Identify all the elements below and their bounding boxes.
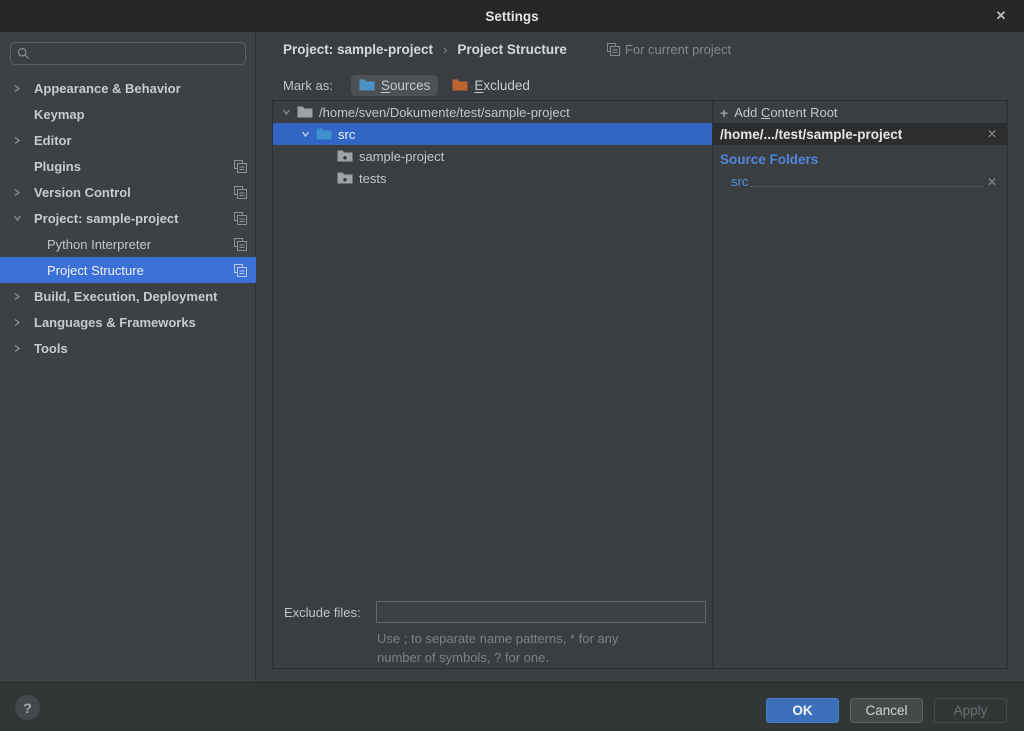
search-icon (17, 47, 30, 60)
settings-sidebar: Appearance & Behavior Keymap Editor Plug… (0, 32, 256, 682)
remove-source-folder-icon[interactable]: ✕ (987, 175, 997, 189)
configurable-badge-icon (234, 264, 247, 277)
content-root-path: /home/.../test/sample-project (720, 127, 987, 142)
mark-excluded-label: Excluded (474, 78, 530, 93)
chevron-down-icon (0, 214, 34, 222)
mark-sources-label: Sources (381, 78, 431, 93)
source-folder-name: src (731, 173, 748, 191)
folder-icon (337, 171, 353, 185)
source-folder-row[interactable]: src ✕ (713, 171, 1007, 191)
add-content-root-button[interactable]: + Add Content Root (713, 102, 1007, 123)
window-close-icon[interactable]: ✕ (988, 0, 1014, 32)
content-roots-panel: + Add Content Root /home/.../test/sample… (713, 101, 1007, 668)
breadcrumb-separator: › (443, 42, 447, 57)
exclude-files-label: Exclude files: (284, 603, 361, 623)
breadcrumb-page[interactable]: Project Structure (457, 42, 567, 57)
content-root-row[interactable]: /home/.../test/sample-project ✕ (713, 123, 1007, 145)
chevron-right-icon (0, 136, 34, 145)
excluded-folder-icon (452, 78, 468, 92)
chevron-right-icon (0, 84, 34, 93)
apply-button[interactable]: Apply (934, 698, 1007, 723)
tree-row-src[interactable]: src (273, 123, 712, 145)
sidebar-item-label: Languages & Frameworks (34, 315, 196, 330)
sidebar-item-version-control[interactable]: Version Control (0, 179, 256, 205)
remove-content-root-icon[interactable]: ✕ (987, 127, 997, 141)
chevron-right-icon (0, 188, 34, 197)
chevron-right-icon (0, 292, 34, 301)
source-folders-heading: Source Folders (720, 152, 818, 167)
folder-icon (337, 149, 353, 163)
exclude-files-hint: Use ; to separate name patterns, * for a… (377, 629, 618, 667)
settings-dialog: Settings ✕ Appearance & Behavior Keymap … (0, 0, 1024, 731)
source-folder-icon (359, 78, 375, 92)
ok-button[interactable]: OK (766, 698, 839, 723)
settings-nav: Appearance & Behavior Keymap Editor Plug… (0, 75, 256, 361)
configurable-badge-icon (234, 160, 247, 173)
chevron-down-icon (300, 130, 310, 138)
sidebar-item-appearance-behavior[interactable]: Appearance & Behavior (0, 75, 256, 101)
breadcrumb: Project: sample-project › Project Struct… (283, 40, 731, 58)
mark-excluded-button[interactable]: Excluded (444, 75, 538, 96)
mark-as-label: Mark as: (283, 78, 333, 93)
dotted-leader (751, 186, 984, 187)
help-button[interactable]: ? (15, 695, 40, 720)
source-folder-icon (316, 127, 332, 141)
sidebar-item-label: Tools (34, 341, 68, 356)
settings-search-box[interactable] (10, 42, 246, 65)
sidebar-item-label: Python Interpreter (47, 237, 151, 252)
sidebar-item-tools[interactable]: Tools (0, 335, 256, 361)
folder-icon (297, 105, 313, 119)
exclude-files-input[interactable] (376, 601, 706, 623)
breadcrumb-project[interactable]: Project: sample-project (283, 42, 433, 57)
sidebar-item-label: Appearance & Behavior (34, 81, 181, 96)
sidebar-item-label: Build, Execution, Deployment (34, 289, 217, 304)
configurable-badge-icon (234, 212, 247, 225)
sidebar-item-label: Keymap (34, 107, 85, 122)
tree-row-label: sample-project (359, 149, 444, 164)
mark-as-toolbar: Mark as: Sources Excluded (283, 72, 538, 98)
sidebar-item-python-interpreter[interactable]: Python Interpreter (0, 231, 256, 257)
dialog-footer: ? OK Cancel Apply (0, 682, 1024, 731)
content-root-tree: /home/sven/Dokumente/test/sample-project… (273, 101, 713, 668)
tree-row-sample-project[interactable]: sample-project (273, 145, 712, 167)
configurable-badge-icon (607, 43, 620, 56)
sidebar-item-label: Editor (34, 133, 72, 148)
for-current-project-note: For current project (607, 42, 731, 57)
sidebar-item-languages-frameworks[interactable]: Languages & Frameworks (0, 309, 256, 335)
sidebar-item-project-sample-project[interactable]: Project: sample-project (0, 205, 256, 231)
chevron-right-icon (0, 344, 34, 353)
configurable-badge-icon (234, 186, 247, 199)
chevron-down-icon (281, 108, 291, 116)
sidebar-item-label: Plugins (34, 159, 81, 174)
window-title: Settings (485, 9, 538, 24)
chevron-right-icon (0, 318, 34, 327)
plus-icon: + (720, 105, 728, 121)
tree-row-label: src (338, 127, 355, 142)
tree-row-label: tests (359, 171, 386, 186)
add-content-root-label: Add Content Root (734, 105, 837, 120)
mark-sources-button[interactable]: Sources (351, 75, 439, 96)
window-titlebar: Settings ✕ (0, 0, 1024, 32)
sidebar-item-label: Version Control (34, 185, 131, 200)
tree-row-label: /home/sven/Dokumente/test/sample-project (319, 105, 570, 120)
sidebar-item-editor[interactable]: Editor (0, 127, 256, 153)
tree-row-content-root[interactable]: /home/sven/Dokumente/test/sample-project (273, 101, 712, 123)
sidebar-item-label: Project Structure (47, 263, 144, 278)
cancel-button[interactable]: Cancel (850, 698, 923, 723)
tree-row-tests[interactable]: tests (273, 167, 712, 189)
settings-search-input[interactable] (35, 45, 239, 62)
configurable-badge-icon (234, 238, 247, 251)
sidebar-item-label: Project: sample-project (34, 211, 179, 226)
sidebar-item-build-execution-deployment[interactable]: Build, Execution, Deployment (0, 283, 256, 309)
sidebar-item-project-structure[interactable]: Project Structure (0, 257, 256, 283)
sidebar-item-plugins[interactable]: Plugins (0, 153, 256, 179)
for-current-project-label: For current project (625, 42, 731, 57)
project-structure-panels: /home/sven/Dokumente/test/sample-project… (272, 100, 1008, 669)
sidebar-item-keymap[interactable]: Keymap (0, 101, 256, 127)
